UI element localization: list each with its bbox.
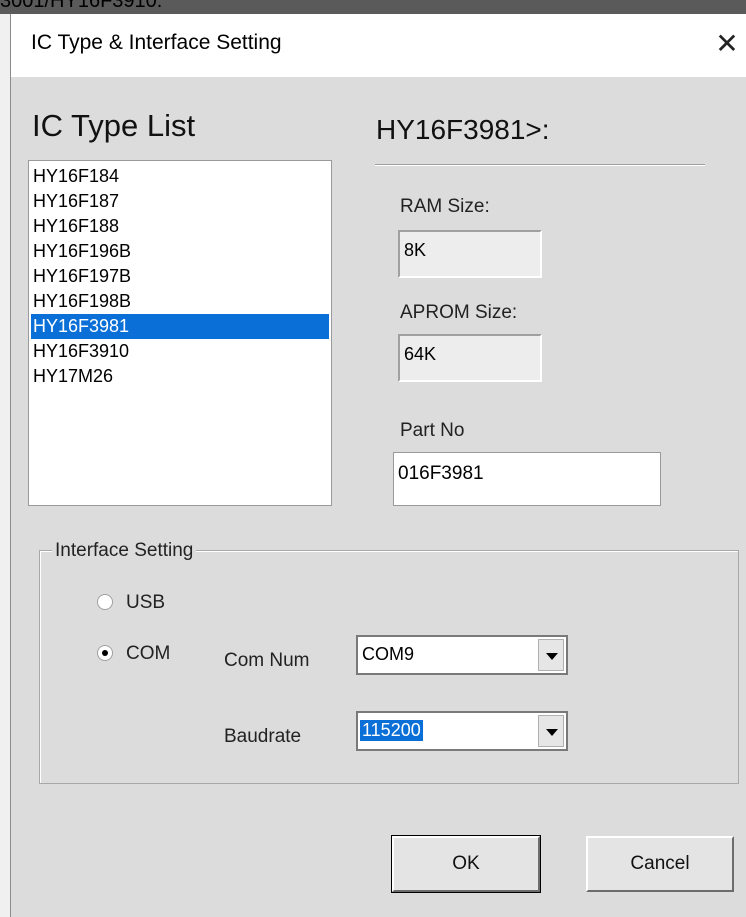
usb-radio-label[interactable]: USB	[126, 592, 165, 614]
list-item-hy16f188[interactable]: HY16F188	[31, 214, 329, 239]
part-no-value: 016F3981	[398, 463, 484, 484]
chevron-down-icon[interactable]	[538, 639, 564, 671]
cancel-button[interactable]: Cancel	[586, 836, 734, 892]
ic-type-listbox[interactable]: HY16F184 HY16F187 HY16F188 HY16F196B HY1…	[28, 160, 332, 506]
ram-size-value: 8K	[404, 240, 427, 260]
baudrate-value: 115200	[360, 720, 423, 741]
list-item-hy16f184[interactable]: HY16F184	[31, 164, 329, 189]
dialog-content: IC Type List HY16F3981>: HY16F184 HY16F1…	[0, 0, 746, 917]
aprom-size-label: APROM Size:	[400, 302, 518, 323]
list-item-hy16f198b[interactable]: HY16F198B	[31, 289, 329, 314]
heading-divider	[375, 164, 705, 166]
list-item-hy16f3910[interactable]: HY16F3910	[31, 339, 329, 364]
list-item-hy16f196b[interactable]: HY16F196B	[31, 239, 329, 264]
com-radio[interactable]	[97, 645, 113, 661]
interface-setting-legend: Interface Setting	[52, 540, 197, 562]
com-num-value: COM9	[362, 644, 415, 664]
aprom-size-value: 64K	[404, 344, 437, 364]
list-item-hy17m26[interactable]: HY17M26	[31, 364, 329, 389]
usb-radio[interactable]	[97, 594, 113, 610]
selected-ic-heading: HY16F3981>:	[376, 114, 550, 145]
ok-button[interactable]: OK	[392, 836, 540, 892]
com-radio-label[interactable]: COM	[126, 643, 170, 665]
chevron-down-icon[interactable]	[538, 715, 564, 747]
com-num-dropdown[interactable]: COM9	[356, 635, 568, 675]
ic-type-list-title: IC Type List	[32, 108, 196, 143]
part-no-input[interactable]: 016F3981	[393, 452, 661, 506]
baudrate-dropdown[interactable]: 115200	[356, 711, 568, 751]
ram-size-label: RAM Size:	[400, 196, 490, 217]
list-item-hy16f197b[interactable]: HY16F197B	[31, 264, 329, 289]
ram-size-field: 8K	[398, 230, 542, 278]
com-radio-checked-dot	[102, 650, 108, 656]
list-item-hy16f187[interactable]: HY16F187	[31, 189, 329, 214]
part-no-label: Part No	[400, 420, 465, 441]
com-num-label: Com Num	[224, 650, 310, 671]
baudrate-label: Baudrate	[224, 726, 302, 747]
aprom-size-field: 64K	[398, 334, 542, 382]
list-item-hy16f3981-selected[interactable]: HY16F3981	[31, 314, 329, 339]
